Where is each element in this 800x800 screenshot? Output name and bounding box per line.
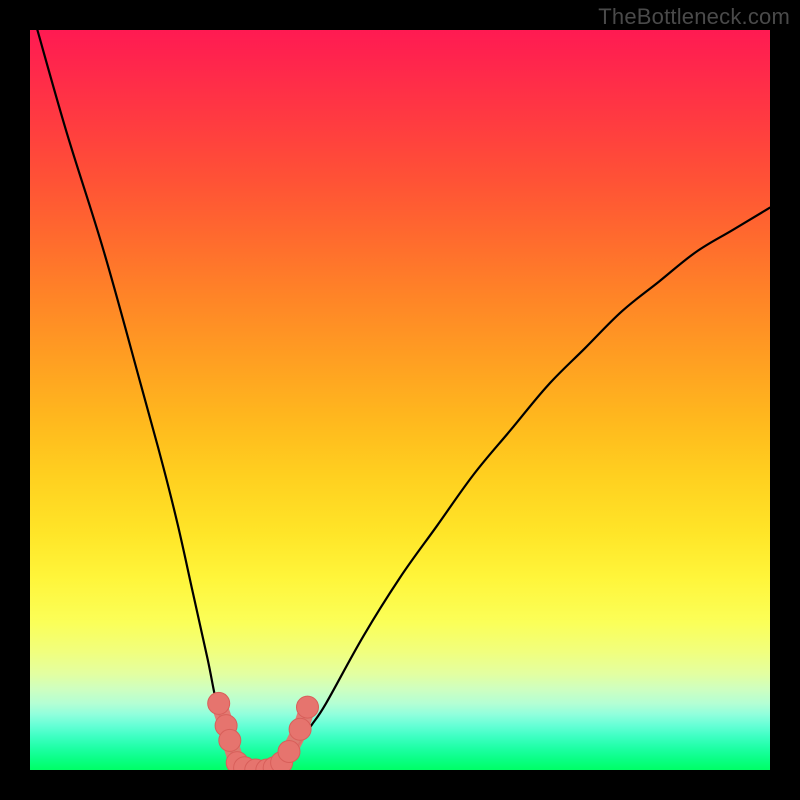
plot-area [30, 30, 770, 770]
marker-dot [289, 718, 311, 740]
marker-dot [219, 729, 241, 751]
marker-dot [278, 741, 300, 763]
marker-dot [208, 692, 230, 714]
chart-svg [30, 30, 770, 770]
watermark-text: TheBottleneck.com [598, 4, 790, 30]
marker-dot [297, 696, 319, 718]
bottleneck-curve [37, 30, 770, 770]
chart-frame: TheBottleneck.com [0, 0, 800, 800]
